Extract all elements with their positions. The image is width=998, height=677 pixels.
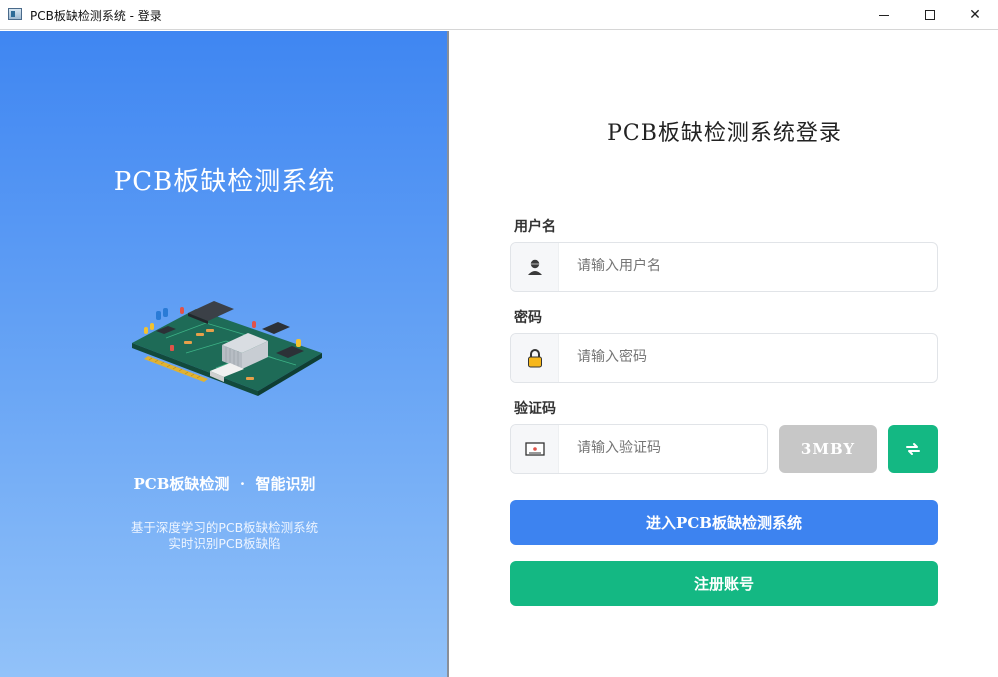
password-label: 密码 <box>514 310 542 326</box>
window-titlebar: PCB板缺检测系统 - 登录 ✕ <box>0 0 998 30</box>
login-submit-button[interactable]: 进入PCB板缺检测系统 <box>510 500 938 545</box>
username-label: 用户名 <box>514 219 556 235</box>
username-field[interactable] <box>510 242 938 292</box>
brand-description: 基于深度学习的PCB板缺检测系统 实时识别PCB板缺陷 <box>0 520 449 552</box>
brand-panel: PCB板缺检测系统 PCB板缺检测 · 智能识别 基于深度学习的PCB板缺检测系… <box>0 31 449 677</box>
refresh-icon <box>906 443 920 455</box>
app-icon <box>8 8 22 20</box>
user-icon <box>511 243 559 291</box>
lock-icon <box>511 334 559 382</box>
brand-description-line-1: 基于深度学习的PCB板缺检测系统 <box>130 520 319 535</box>
brand-description-line-2: 实时识别PCB板缺陷 <box>168 536 281 551</box>
close-icon: ✕ <box>969 7 981 23</box>
password-input[interactable] <box>577 349 917 365</box>
captcha-input[interactable] <box>577 440 757 456</box>
captcha-label: 验证码 <box>514 401 556 417</box>
username-input[interactable] <box>577 258 917 274</box>
captcha-field[interactable] <box>510 424 768 474</box>
password-field[interactable] <box>510 333 938 383</box>
maximize-icon <box>925 10 935 20</box>
pcb-board-illustration <box>132 301 322 396</box>
brand-tagline: PCB板缺检测 · 智能识别 <box>133 475 316 493</box>
captcha-icon <box>511 425 559 473</box>
captcha-image[interactable]: 3MBY <box>779 425 877 473</box>
minimize-icon <box>879 14 889 16</box>
login-title: PCB板缺检测系统登录 <box>607 121 842 146</box>
brand-title: PCB板缺检测系统 <box>113 167 336 197</box>
close-button[interactable]: ✕ <box>952 0 998 30</box>
register-button[interactable]: 注册账号 <box>510 561 938 606</box>
refresh-captcha-button[interactable] <box>888 425 938 473</box>
minimize-button[interactable] <box>861 0 907 30</box>
maximize-button[interactable] <box>907 0 953 30</box>
window-title: PCB板缺检测系统 - 登录 <box>30 9 162 23</box>
